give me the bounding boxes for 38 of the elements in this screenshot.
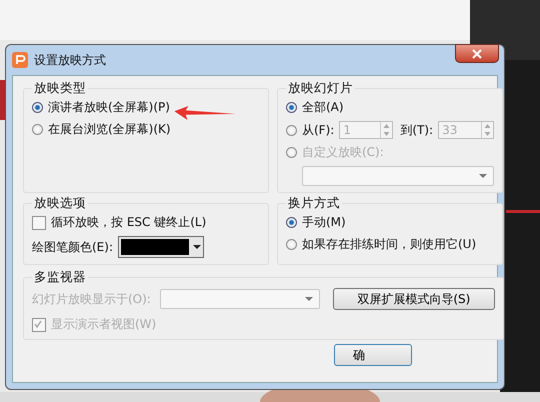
group-title: 多监视器	[33, 269, 87, 286]
close-icon	[472, 48, 482, 58]
option-label: 循环放映，按 ESC 键终止(L)	[51, 214, 206, 231]
spinner-arrows-icon	[380, 122, 392, 138]
option-label: 从(F):	[302, 122, 334, 138]
option-label: 到(T):	[400, 122, 434, 138]
option-label: 自定义放映(C):	[302, 144, 384, 161]
option-label: 幻灯片放映显示于(O):	[32, 290, 151, 308]
window-title: 设置放映方式	[34, 52, 106, 68]
option-label: 在展台浏览(全屏幕)(K)	[48, 121, 171, 138]
group-title: 放映类型	[33, 80, 87, 97]
close-button[interactable]	[455, 44, 499, 63]
group-title: 放映选项	[33, 195, 87, 212]
option-label: 如果存在排练时间，则使用它(U)	[302, 236, 476, 253]
radio-button[interactable]	[32, 124, 43, 135]
caret-icon	[193, 245, 201, 249]
group-title: 换片方式	[287, 195, 341, 212]
app-logo-icon	[12, 52, 28, 68]
caret-icon	[304, 297, 313, 301]
caret-icon	[479, 174, 488, 178]
radio-button[interactable]	[286, 102, 297, 113]
option-label: 全部(A)	[302, 99, 344, 116]
spinner-arrows-icon	[481, 122, 494, 138]
dual-screen-wizard-button[interactable]: 双屏扩展模式向导(S)	[332, 288, 495, 310]
radio-button[interactable]	[286, 217, 297, 228]
radio-button[interactable]	[32, 102, 43, 113]
radio-button[interactable]	[286, 124, 297, 136]
color-dropdown[interactable]	[118, 236, 204, 258]
option-label: 显示演示者视图(W)	[51, 316, 156, 333]
option-label: 绘图笔颜色(E):	[32, 238, 113, 256]
option-label: 演讲者放映(全屏幕)(P)	[48, 99, 170, 116]
confirm-button[interactable]: 确	[334, 344, 412, 366]
option-label: 手动(M)	[302, 214, 346, 231]
group-title: 放映幻灯片	[287, 80, 354, 97]
arrow-annotation	[174, 106, 236, 120]
radio-button[interactable]	[286, 239, 297, 250]
checkmark-icon	[33, 318, 43, 328]
checkbox[interactable]	[32, 216, 46, 230]
